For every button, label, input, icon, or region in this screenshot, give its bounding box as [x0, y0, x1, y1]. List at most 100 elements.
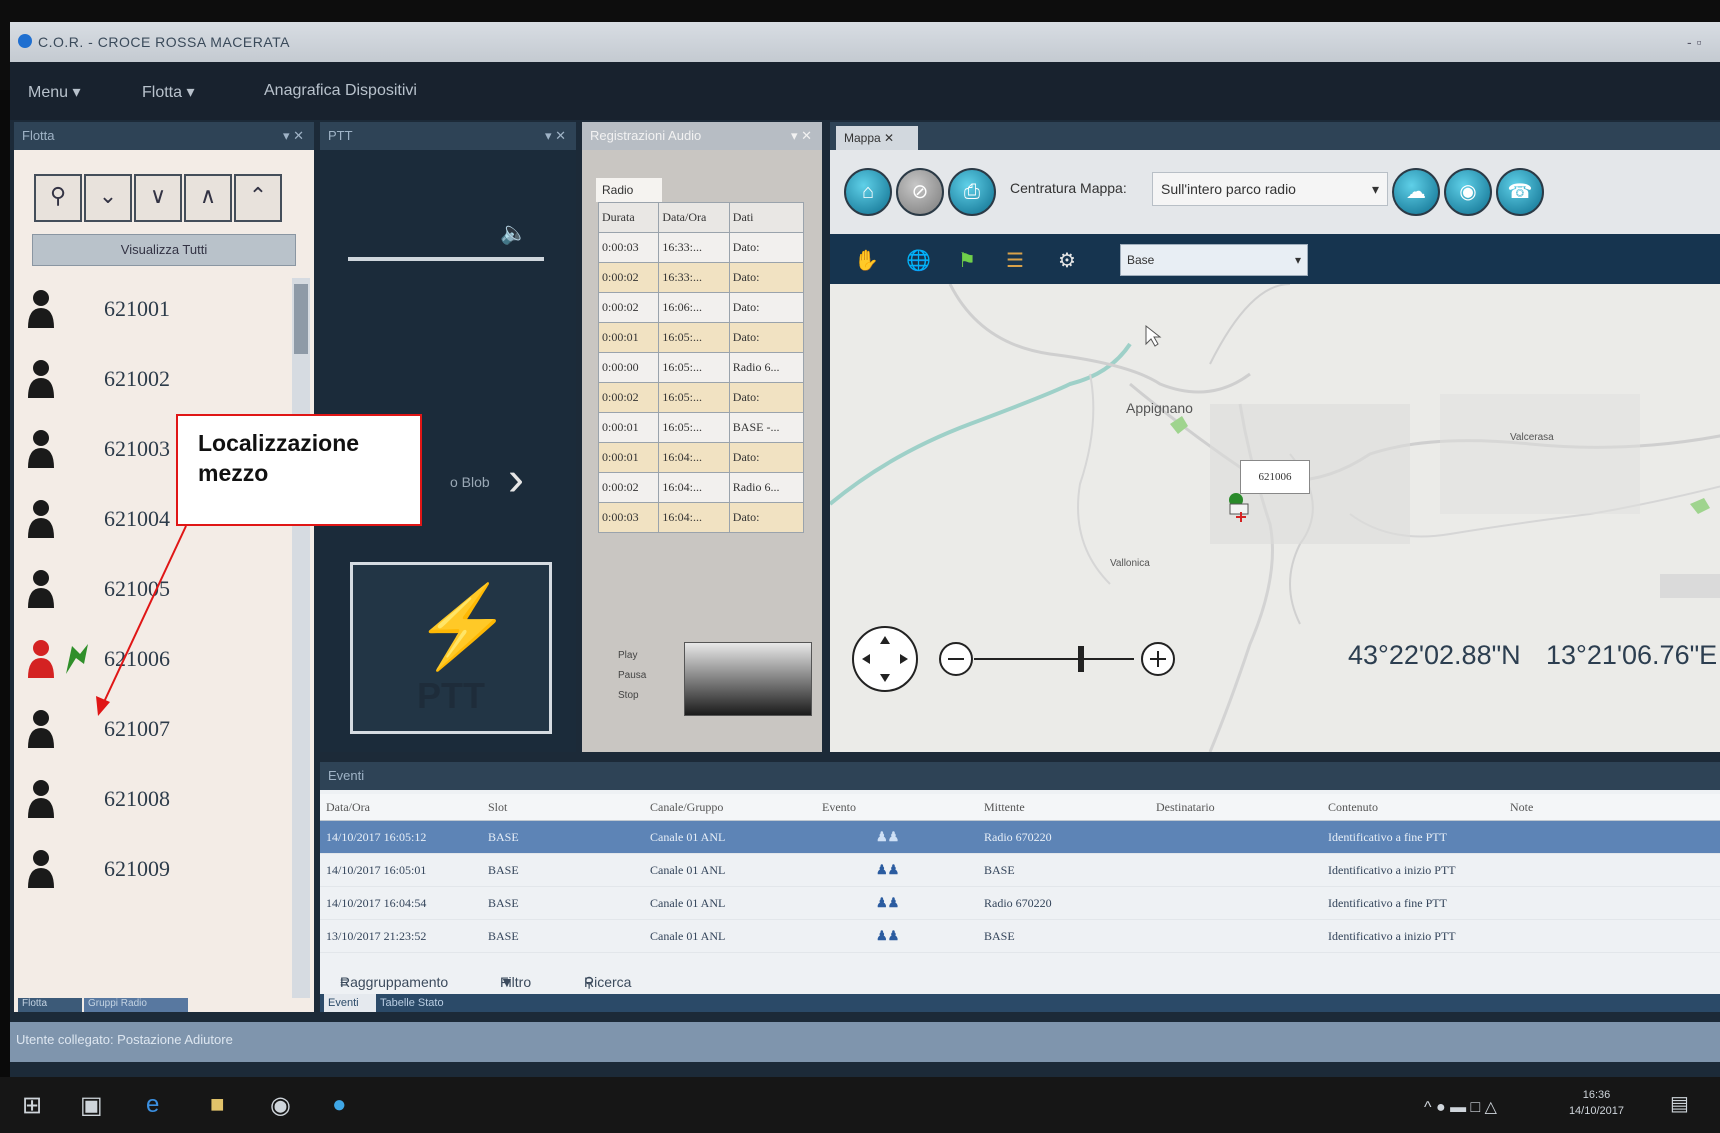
window-controls[interactable]: - ▫: [1687, 22, 1702, 62]
move-top-icon[interactable]: ⌃: [234, 174, 282, 222]
tab-radio[interactable]: Radio: [596, 178, 662, 202]
zoom-control[interactable]: [930, 634, 1190, 684]
table-row[interactable]: 0:00:02 16:06:... Dato:: [597, 292, 805, 323]
column-header[interactable]: Dati: [728, 202, 805, 233]
pin-icon[interactable]: ⚑: [958, 248, 976, 273]
list-item[interactable]: 621001: [14, 278, 292, 338]
cell-recipient: [1150, 919, 1322, 953]
chrome-icon[interactable]: ◉: [270, 1091, 291, 1120]
tab-mappa[interactable]: Mappa ✕: [836, 126, 918, 150]
audio-panel-title: Registrazioni Audio: [590, 128, 702, 143]
list-item[interactable]: 621005: [14, 558, 292, 618]
search-icon[interactable]: ⚲: [34, 174, 82, 222]
cloud-icon[interactable]: ☁: [1392, 168, 1440, 216]
app-taskbar-icon[interactable]: ●: [332, 1091, 347, 1119]
layer-select[interactable]: Base ▾: [1120, 244, 1308, 276]
table-row[interactable]: 14/10/2017 16:04:54 BASE Canale 01 ANL ♟…: [320, 886, 1720, 920]
ambulance-marker-icon[interactable]: [1224, 490, 1254, 522]
globe-icon[interactable]: 🌐: [906, 248, 931, 273]
edge-browser-icon[interactable]: e: [146, 1091, 159, 1119]
phone-icon[interactable]: ☎: [1496, 168, 1544, 216]
volume-slider[interactable]: [348, 257, 544, 261]
move-down-icon[interactable]: ∨: [134, 174, 182, 222]
column-header[interactable]: Durata: [597, 202, 660, 233]
column-header[interactable]: Canale/Gruppo: [644, 794, 816, 821]
table-row[interactable]: 0:00:01 16:05:... BASE -...: [597, 412, 805, 443]
ptt-button[interactable]: ⚡ PTT: [350, 562, 552, 734]
list-item[interactable]: 621007: [14, 698, 292, 758]
audio-panel-header: Registrazioni Audio ▾ ✕: [582, 122, 822, 150]
table-row[interactable]: 0:00:02 16:33:... Dato:: [597, 262, 805, 293]
column-header[interactable]: Note: [1504, 794, 1720, 821]
scrollbar-thumb[interactable]: [294, 284, 308, 354]
speaker-icon[interactable]: 🔈: [500, 220, 527, 246]
menu-item-flotta[interactable]: Flotta ▾: [142, 82, 195, 102]
table-row[interactable]: 0:00:03 16:04:... Dato:: [597, 502, 805, 533]
list-item[interactable]: 621002: [14, 348, 292, 408]
layers-icon[interactable]: ☰: [1006, 248, 1024, 273]
table-row[interactable]: 0:00:03 16:33:... Dato:: [597, 232, 805, 263]
table-row[interactable]: 0:00:02 16:05:... Dato:: [597, 382, 805, 413]
events-panel: Eventi Data/Ora Slot Canale/Gruppo Event…: [320, 762, 1720, 1012]
list-item[interactable]: 621009: [14, 838, 292, 898]
panel-pin-close-icons[interactable]: ▾ ✕: [791, 122, 812, 150]
cell-datetime: 16:04:...: [658, 502, 730, 533]
table-row[interactable]: 0:00:00 16:05:... Radio 6...: [597, 352, 805, 383]
windows-start-icon[interactable]: ⊞: [22, 1091, 42, 1120]
column-header[interactable]: Contenuto: [1322, 794, 1504, 821]
taskbar-clock[interactable]: 16:36 14/10/2017: [1569, 1087, 1624, 1119]
table-row[interactable]: 0:00:02 16:04:... Radio 6...: [597, 472, 805, 503]
pause-button[interactable]: Pausa: [618, 670, 646, 681]
print-icon[interactable]: ⎙: [948, 168, 996, 216]
stop-button[interactable]: Stop: [618, 690, 639, 701]
lock-icon[interactable]: ◉: [1444, 168, 1492, 216]
table-row[interactable]: 0:00:01 16:04:... Dato:: [597, 442, 805, 473]
notification-icon[interactable]: ▤: [1670, 1091, 1689, 1116]
cell-datetime: 16:33:...: [658, 232, 730, 263]
file-explorer-icon[interactable]: ■: [210, 1091, 225, 1119]
menu-item-menu[interactable]: Menu ▾: [28, 82, 81, 102]
close-icon[interactable]: ✕: [884, 131, 894, 145]
map-canvas[interactable]: Appignano Vallonica Valcerasa 621006 43°…: [830, 284, 1720, 752]
table-row[interactable]: 13/10/2017 21:23:52 BASE Canale 01 ANL ♟…: [320, 919, 1720, 953]
chevron-right-icon[interactable]: ›: [508, 452, 524, 507]
os-taskbar: ⊞ ▣ e ■ ◉ ● ^ ● ▬ □ △ 16:36 14/10/2017 ▤: [0, 1077, 1720, 1133]
column-header[interactable]: Evento: [816, 794, 978, 821]
table-row[interactable]: 0:00:01 16:05:... Dato:: [597, 322, 805, 353]
centering-select[interactable]: Sull'intero parco radio ▾: [1152, 172, 1388, 206]
group-call-icon: ♟♟: [876, 895, 900, 910]
task-view-icon[interactable]: ▣: [80, 1091, 103, 1120]
panel-pin-close-icons[interactable]: ▾ ✕: [545, 122, 566, 150]
column-header[interactable]: Data/Ora: [320, 794, 482, 821]
column-header[interactable]: Mittente: [978, 794, 1150, 821]
hand-icon[interactable]: ✋: [854, 248, 879, 273]
move-up-icon[interactable]: ∧: [184, 174, 232, 222]
view-all-button[interactable]: Visualizza Tutti: [32, 234, 296, 266]
move-bottom-icon[interactable]: ⌄: [84, 174, 132, 222]
list-item-selected[interactable]: 621006: [14, 628, 292, 688]
home-icon[interactable]: ⌂: [844, 168, 892, 216]
column-header[interactable]: Destinatario: [1150, 794, 1322, 821]
panel-pin-close-icons[interactable]: ▾ ✕: [283, 122, 304, 150]
window-title: C.O.R. - CROCE ROSSA MACERATA: [38, 34, 291, 50]
list-item[interactable]: 621008: [14, 768, 292, 828]
cell-recipient: [1150, 853, 1322, 887]
tab-gruppi-radio[interactable]: Gruppi Radio: [84, 998, 188, 1012]
zoom-area-icon[interactable]: ⚙: [1058, 248, 1076, 273]
system-tray-icons[interactable]: ^ ● ▬ □ △: [1424, 1097, 1497, 1117]
column-header[interactable]: Data/Ora: [658, 202, 730, 233]
unit-label: 621001: [104, 296, 170, 321]
menu-item-anagrafica-dispositivi[interactable]: Anagrafica Dispositivi: [264, 82, 417, 100]
table-row[interactable]: 14/10/2017 16:05:01 BASE Canale 01 ANL ♟…: [320, 853, 1720, 887]
pan-control[interactable]: [850, 624, 920, 694]
tab-flotta[interactable]: Flotta: [18, 998, 82, 1012]
play-button[interactable]: Play: [618, 650, 637, 661]
tab-tabelle-stato[interactable]: Tabelle Stato: [376, 994, 460, 1012]
table-row[interactable]: 14/10/2017 16:05:12 BASE Canale 01 ANL ♟…: [320, 820, 1720, 854]
column-header[interactable]: Slot: [482, 794, 644, 821]
clock-date: 14/10/2017: [1568, 1105, 1624, 1117]
tab-eventi[interactable]: Eventi: [324, 994, 376, 1012]
fleet-list-scrollbar[interactable]: [292, 278, 310, 998]
vehicle-marker-label[interactable]: 621006: [1240, 460, 1310, 494]
ruler-icon[interactable]: ⊘: [896, 168, 944, 216]
